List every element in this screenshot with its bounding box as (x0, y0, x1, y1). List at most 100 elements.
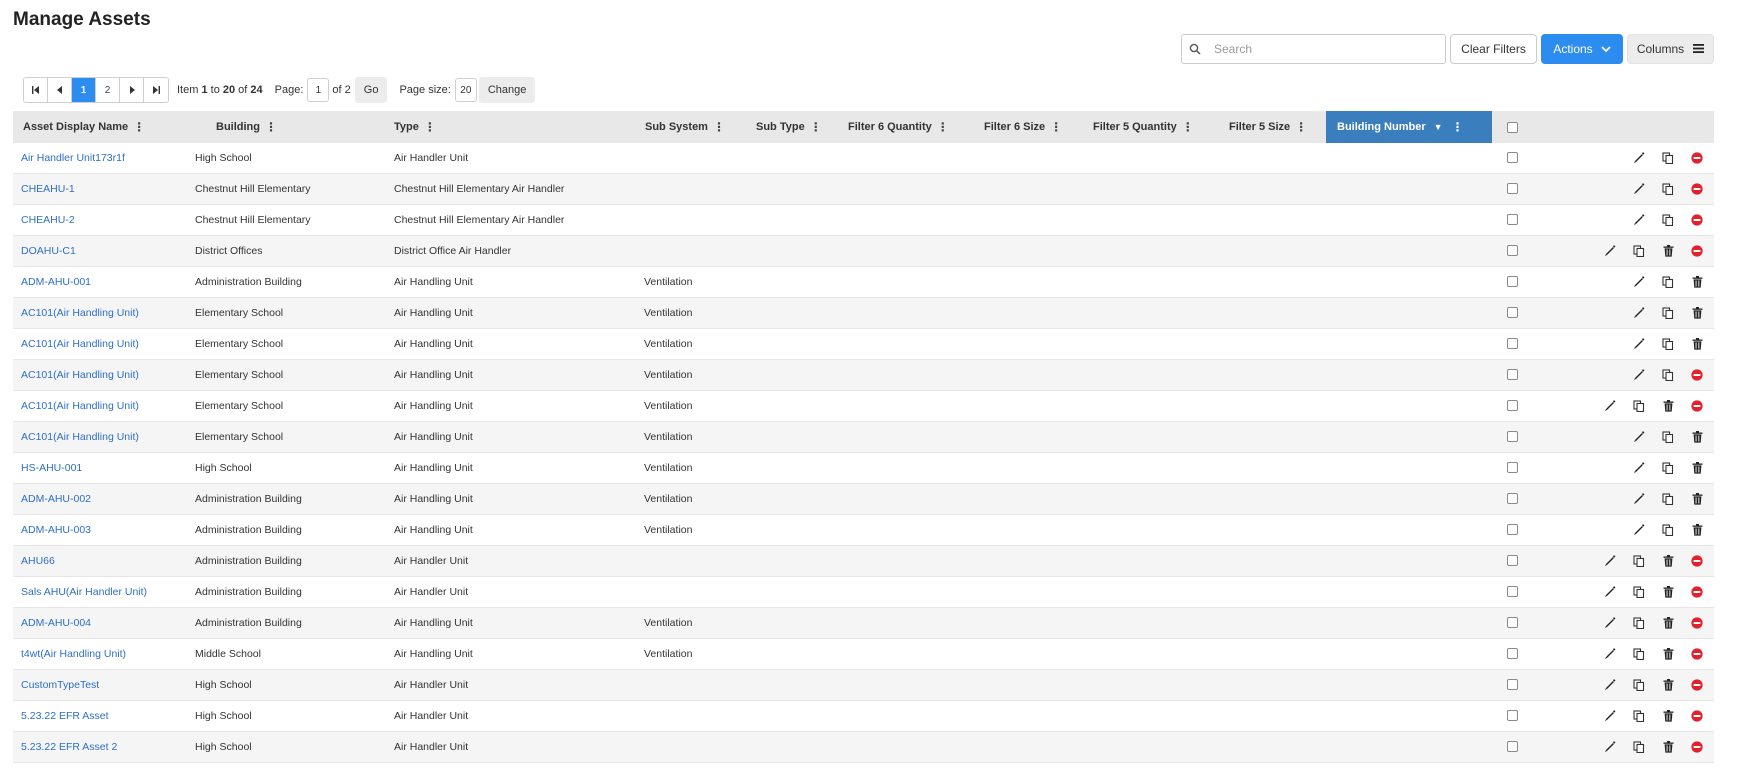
first-page-icon[interactable] (24, 78, 48, 102)
pencil-icon[interactable] (1602, 708, 1618, 724)
row-checkbox[interactable] (1507, 679, 1518, 690)
row-checkbox[interactable] (1507, 338, 1518, 349)
columns-button[interactable]: Columns (1627, 34, 1714, 64)
page-button-1[interactable]: 1 (72, 78, 96, 102)
trash-icon[interactable] (1689, 336, 1705, 352)
column-menu-icon[interactable]: ⋮ (1050, 120, 1062, 134)
asset-name-link[interactable]: AC101(Air Handling Unit) (21, 391, 139, 421)
column-menu-icon[interactable]: ⋮ (265, 120, 277, 134)
asset-name-link[interactable]: t4wt(Air Handling Unit) (21, 639, 126, 669)
copy-icon[interactable] (1660, 522, 1676, 538)
column-header-filter-5-quantity[interactable]: Filter 5 Quantity ⋮ (1093, 111, 1194, 143)
column-header-filter-5-size[interactable]: Filter 5 Size ⋮ (1229, 111, 1307, 143)
column-header-building-number[interactable]: Building Number ▼ ⋮ (1326, 111, 1492, 143)
remove-icon[interactable] (1689, 150, 1705, 166)
row-checkbox[interactable] (1507, 617, 1518, 628)
remove-icon[interactable] (1689, 584, 1705, 600)
remove-icon[interactable] (1689, 646, 1705, 662)
column-header-building[interactable]: Building ⋮ (216, 111, 277, 143)
column-menu-icon[interactable]: ⋮ (713, 120, 725, 134)
trash-icon[interactable] (1689, 274, 1705, 290)
next-page-icon[interactable] (120, 78, 144, 102)
column-header-type[interactable]: Type ⋮ (394, 111, 436, 143)
row-checkbox[interactable] (1507, 524, 1518, 535)
asset-name-link[interactable]: Air Handler Unit173r1f (21, 143, 125, 173)
pencil-icon[interactable] (1631, 181, 1647, 197)
asset-name-link[interactable]: ADM-AHU-002 (21, 484, 91, 514)
asset-name-link[interactable]: AHU66 (21, 546, 55, 576)
trash-icon[interactable] (1660, 584, 1676, 600)
copy-icon[interactable] (1660, 367, 1676, 383)
row-checkbox[interactable] (1507, 493, 1518, 504)
asset-name-link[interactable]: CHEAHU-1 (21, 174, 75, 204)
row-checkbox[interactable] (1507, 400, 1518, 411)
column-header-filter-6-size[interactable]: Filter 6 Size ⋮ (984, 111, 1062, 143)
copy-icon[interactable] (1660, 212, 1676, 228)
pencil-icon[interactable] (1631, 305, 1647, 321)
asset-name-link[interactable]: HS-AHU-001 (21, 453, 82, 483)
copy-icon[interactable] (1660, 336, 1676, 352)
go-button[interactable]: Go (354, 77, 388, 103)
trash-icon[interactable] (1689, 429, 1705, 445)
remove-icon[interactable] (1689, 243, 1705, 259)
trash-icon[interactable] (1660, 677, 1676, 693)
asset-name-link[interactable]: 5.23.22 EFR Asset (21, 701, 109, 731)
page-size-input[interactable]: 20 (454, 78, 477, 102)
trash-icon[interactable] (1689, 305, 1705, 321)
copy-icon[interactable] (1631, 398, 1647, 414)
search-input[interactable] (1208, 36, 1445, 62)
page-number-input[interactable]: 1 (307, 78, 330, 102)
pencil-icon[interactable] (1602, 677, 1618, 693)
copy-icon[interactable] (1631, 615, 1647, 631)
row-checkbox[interactable] (1507, 586, 1518, 597)
row-checkbox[interactable] (1507, 276, 1518, 287)
copy-icon[interactable] (1660, 460, 1676, 476)
row-checkbox[interactable] (1507, 307, 1518, 318)
pencil-icon[interactable] (1602, 646, 1618, 662)
asset-name-link[interactable]: ADM-AHU-004 (21, 608, 91, 638)
pencil-icon[interactable] (1602, 398, 1618, 414)
pencil-icon[interactable] (1602, 739, 1618, 755)
pencil-icon[interactable] (1631, 522, 1647, 538)
column-menu-icon[interactable]: ⋮ (937, 120, 949, 134)
page-button-2[interactable]: 2 (96, 78, 120, 102)
asset-name-link[interactable]: ADM-AHU-003 (21, 515, 91, 545)
clear-filters-button[interactable]: Clear Filters (1450, 34, 1537, 64)
copy-icon[interactable] (1631, 646, 1647, 662)
row-checkbox[interactable] (1507, 369, 1518, 380)
copy-icon[interactable] (1631, 243, 1647, 259)
row-checkbox[interactable] (1507, 741, 1518, 752)
last-page-icon[interactable] (144, 78, 168, 102)
remove-icon[interactable] (1689, 367, 1705, 383)
pencil-icon[interactable] (1631, 274, 1647, 290)
copy-icon[interactable] (1660, 274, 1676, 290)
remove-icon[interactable] (1689, 615, 1705, 631)
asset-name-link[interactable]: AC101(Air Handling Unit) (21, 329, 139, 359)
column-menu-icon[interactable]: ⋮ (1452, 120, 1464, 134)
row-checkbox[interactable] (1507, 555, 1518, 566)
copy-icon[interactable] (1631, 677, 1647, 693)
row-checkbox[interactable] (1507, 214, 1518, 225)
column-menu-icon[interactable]: ⋮ (133, 120, 145, 134)
asset-name-link[interactable]: DOAHU-C1 (21, 236, 76, 266)
remove-icon[interactable] (1689, 398, 1705, 414)
pencil-icon[interactable] (1631, 212, 1647, 228)
remove-icon[interactable] (1689, 677, 1705, 693)
copy-icon[interactable] (1660, 150, 1676, 166)
row-checkbox[interactable] (1507, 183, 1518, 194)
trash-icon[interactable] (1660, 739, 1676, 755)
remove-icon[interactable] (1689, 181, 1705, 197)
select-all-checkbox[interactable] (1507, 122, 1518, 133)
column-header-asset-display-name[interactable]: Asset Display Name ⋮ (23, 111, 145, 143)
copy-icon[interactable] (1660, 305, 1676, 321)
copy-icon[interactable] (1631, 584, 1647, 600)
trash-icon[interactable] (1660, 615, 1676, 631)
asset-name-link[interactable]: AC101(Air Handling Unit) (21, 360, 139, 390)
column-header-sub-system[interactable]: Sub System ⋮ (645, 111, 725, 143)
row-checkbox[interactable] (1507, 245, 1518, 256)
pencil-icon[interactable] (1631, 429, 1647, 445)
actions-button[interactable]: Actions (1541, 34, 1623, 64)
pencil-icon[interactable] (1602, 615, 1618, 631)
trash-icon[interactable] (1660, 708, 1676, 724)
column-menu-icon[interactable]: ⋮ (1182, 120, 1194, 134)
